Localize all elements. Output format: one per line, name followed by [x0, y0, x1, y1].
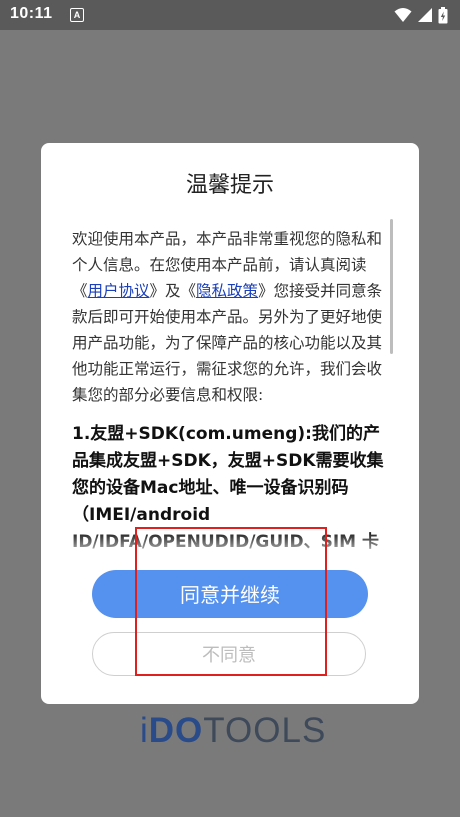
intro-text-between: 》及《 [149, 282, 197, 300]
content-fade [72, 531, 388, 561]
screen: 10:11 A 温馨提示 欢迎使用本产品，本产品非常重视您的隐私和个人信息。在您… [0, 0, 460, 817]
privacy-dialog: 温馨提示 欢迎使用本产品，本产品非常重视您的隐私和个人信息。在您使用本产品前，请… [41, 143, 419, 704]
status-bar: 10:11 A [0, 0, 460, 30]
status-time: 10:11 [10, 5, 53, 22]
wifi-icon [394, 8, 412, 22]
notification-icon: A [70, 8, 84, 22]
brand-logo: i DO TOOLS [140, 711, 326, 751]
logo-do: DO [148, 711, 204, 750]
logo-tools: TOOLS [203, 711, 327, 750]
dialog-title: 温馨提示 [185, 173, 274, 198]
battery-icon [438, 6, 448, 23]
dialog-content[interactable]: 欢迎使用本产品，本产品非常重视您的隐私和个人信息。在您使用本产品前，请认真阅读《… [72, 226, 388, 556]
privacy-policy-link[interactable]: 隐私政策 [196, 282, 258, 300]
signal-icon [418, 8, 432, 22]
logo-i: i [140, 711, 149, 750]
status-icons [394, 6, 448, 24]
disagree-button[interactable]: 不同意 [92, 632, 366, 676]
agree-button[interactable]: 同意并继续 [92, 570, 368, 618]
user-agreement-link[interactable]: 用户协议 [88, 282, 150, 300]
intro-text-after: 》您接受并同意条款后即可开始使用本产品。另外为了更好地使用产品功能，为了保障产品… [72, 282, 383, 404]
intro-paragraph: 欢迎使用本产品，本产品非常重视您的隐私和个人信息。在您使用本产品前，请认真阅读《… [72, 226, 388, 408]
content-scrollbar[interactable] [390, 219, 393, 354]
